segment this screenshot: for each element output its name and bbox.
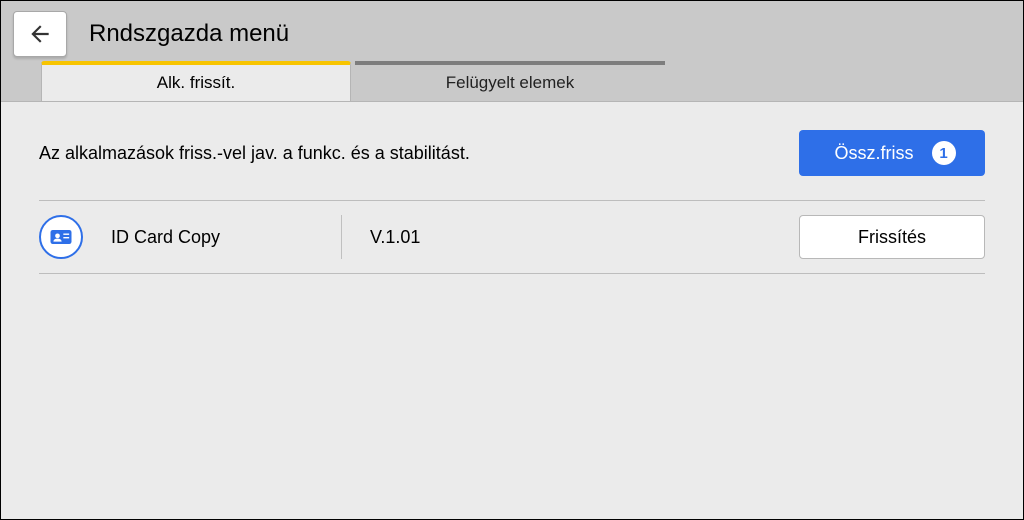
tab-managed-items[interactable]: Felügyelt elemek — [355, 61, 665, 101]
divider-vertical — [341, 215, 342, 259]
update-all-button[interactable]: Össz.friss 1 — [799, 130, 985, 176]
tab-label: Felügyelt elemek — [446, 73, 575, 93]
description-row: Az alkalmazások friss.-vel jav. a funkc.… — [1, 102, 1023, 200]
back-button[interactable] — [13, 11, 67, 57]
tab-label: Alk. frissít. — [157, 73, 235, 93]
update-all-label: Össz.friss — [835, 143, 914, 164]
app-row-inner: ID Card Copy V.1.01 Frissítés — [39, 215, 985, 259]
app-name: ID Card Copy — [111, 227, 341, 248]
update-button[interactable]: Frissítés — [799, 215, 985, 259]
app-window: Rndszgazda menü Alk. frissít. Felügyelt … — [0, 0, 1024, 520]
tabs: Alk. frissít. Felügyelt elemek — [1, 59, 1023, 101]
page-title: Rndszgazda menü — [89, 20, 289, 48]
app-version: V.1.01 — [370, 227, 799, 248]
header: Rndszgazda menü — [1, 1, 1023, 59]
content-area: Az alkalmazások friss.-vel jav. a funkc.… — [1, 101, 1023, 519]
app-row: ID Card Copy V.1.01 Frissítés — [39, 200, 985, 274]
description-text: Az alkalmazások friss.-vel jav. a funkc.… — [39, 143, 470, 164]
id-card-icon — [39, 215, 83, 259]
app-list: ID Card Copy V.1.01 Frissítés — [1, 200, 1023, 274]
arrow-left-icon — [27, 21, 53, 47]
tab-app-update[interactable]: Alk. frissít. — [41, 61, 351, 101]
update-count-badge: 1 — [932, 141, 956, 165]
